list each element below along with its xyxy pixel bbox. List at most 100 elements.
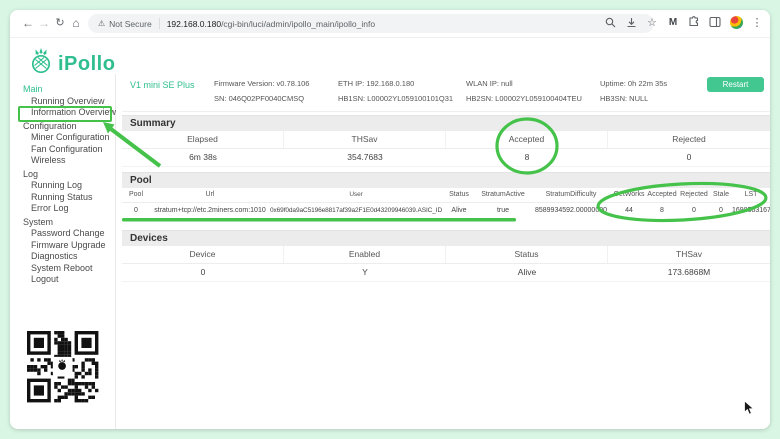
- pool-rejected-value: 0: [678, 203, 710, 218]
- side-panel-icon[interactable]: [708, 15, 722, 29]
- sidebar-item-firmware-upgrade[interactable]: Firmware Upgrade: [18, 240, 116, 252]
- restart-button[interactable]: Restart: [707, 77, 764, 92]
- pool-header-row: Pool Url User Status StratumActive Strat…: [122, 188, 770, 203]
- pineapple-logo-icon: [30, 48, 52, 80]
- pool-getworks-value: 44: [612, 203, 646, 218]
- cursor-icon: [743, 400, 755, 421]
- extensions-puzzle-icon[interactable]: [687, 15, 701, 29]
- summary-header-thsav: THSav: [284, 131, 446, 148]
- install-icon[interactable]: [624, 15, 638, 29]
- pool-accepted-value: 8: [646, 203, 678, 218]
- summary-rejected-value: 0: [608, 149, 770, 166]
- sidebar-item-password-change[interactable]: Password Change: [18, 228, 116, 240]
- sidebar-item-running-log[interactable]: Running Log: [18, 180, 116, 192]
- devices-header-enabled: Enabled: [284, 246, 446, 263]
- browser-toolbar: ← → ↻ ⌂ ⚠ Not Secure 192.168.0.180 /cgi-…: [10, 10, 770, 38]
- sidebar-nav: Main Running Overview Information Overvi…: [18, 82, 116, 286]
- hb3sn: HB3SN: NULL: [600, 91, 667, 106]
- firmware-version: Firmware Version: v0.78.106: [214, 76, 309, 91]
- device-model: V1 mini SE Plus: [130, 80, 195, 90]
- pool-stale-value: 0: [710, 203, 732, 218]
- sidebar-item-fan-configuration[interactable]: Fan Configuration: [18, 144, 116, 156]
- pool-section: Pool Pool Url User Status StratumActive …: [122, 172, 770, 218]
- devices-section-title: Devices: [122, 230, 770, 246]
- annotation-overlay: [10, 10, 770, 429]
- hb1sn: HB1SN: L00002YL059100101Q31: [338, 91, 453, 106]
- sidebar-item-running-overview[interactable]: Running Overview: [18, 96, 116, 108]
- devices-thsav-value: 173.6868M: [608, 264, 770, 281]
- summary-header-row: Elapsed THSav Accepted Rejected: [122, 131, 770, 149]
- pool-header-stratumdifficulty: StratumDifficulty: [530, 188, 612, 202]
- bookmark-star-icon[interactable]: ☆: [645, 15, 659, 29]
- pool-header-user: User: [270, 188, 442, 202]
- devices-status-value: Alive: [446, 264, 608, 281]
- sidebar-item-system-reboot[interactable]: System Reboot: [18, 263, 116, 275]
- pool-stratumdifficulty-value: 8589934592.00000000: [530, 203, 612, 218]
- pool-header-rejected: Rejected: [678, 188, 710, 202]
- devices-header-status: Status: [446, 246, 608, 263]
- devices-header-row: Device Enabled Status THSav: [122, 246, 770, 264]
- pool-header-status: Status: [442, 188, 476, 202]
- sidebar-section-log[interactable]: Log: [18, 169, 116, 181]
- search-icon[interactable]: [603, 15, 617, 29]
- pool-data-row: 0 stratum+tcp://etc.2miners.com:1010 0x6…: [122, 203, 770, 218]
- pool-stratumactive-value: true: [476, 203, 530, 218]
- devices-section: Devices Device Enabled Status THSav 0 Y …: [122, 230, 770, 282]
- sidebar-section-main[interactable]: Main: [18, 84, 116, 96]
- back-icon[interactable]: ←: [20, 16, 36, 30]
- pool-header-stratumactive: StratumActive: [476, 188, 530, 202]
- pool-user-value: 0x69f0da9aC5196e8817af39a2F1E0d432099460…: [270, 203, 442, 218]
- reload-icon[interactable]: ↻: [52, 16, 68, 29]
- summary-section-title: Summary: [122, 115, 770, 131]
- browser-window: ← → ↻ ⌂ ⚠ Not Secure 192.168.0.180 /cgi-…: [10, 10, 770, 429]
- url-host: 192.168.0.180: [167, 19, 221, 29]
- eth-ip: ETH IP: 192.168.0.180: [338, 76, 453, 91]
- pool-lst-value: 1698583167: [732, 203, 770, 218]
- devices-data-row: 0 Y Alive 173.6868M: [122, 264, 770, 282]
- summary-accepted-value: 8: [446, 149, 608, 166]
- address-bar[interactable]: ⚠ Not Secure 192.168.0.180 /cgi-bin/luci…: [88, 14, 654, 33]
- profile-avatar[interactable]: [729, 15, 743, 29]
- sidebar-item-diagnostics[interactable]: Diagnostics: [18, 251, 116, 263]
- browser-menu-icon[interactable]: ⋮: [750, 15, 764, 29]
- not-secure-warning-icon: ⚠: [98, 19, 105, 28]
- sidebar-item-running-status[interactable]: Running Status: [18, 192, 116, 204]
- metamask-extension-icon[interactable]: M: [666, 15, 680, 29]
- pool-section-title: Pool: [122, 172, 770, 188]
- home-icon[interactable]: ⌂: [68, 16, 84, 30]
- pool-header-getworks: GetWorks: [612, 188, 646, 202]
- uptime: Uptime: 0h 22m 35s: [600, 76, 667, 91]
- summary-header-rejected: Rejected: [608, 131, 770, 148]
- sidebar-item-miner-configuration[interactable]: Miner Configuration: [18, 132, 116, 144]
- devices-header-device: Device: [122, 246, 284, 263]
- sidebar-item-error-log[interactable]: Error Log: [18, 203, 116, 215]
- sidebar-section-configuration[interactable]: Configuration: [18, 121, 116, 133]
- url-divider: [159, 18, 160, 29]
- pool-url-value: stratum+tcp://etc.2miners.com:1010: [150, 203, 270, 218]
- wlan-ip: WLAN IP: null: [466, 76, 582, 91]
- devices-header-thsav: THSav: [608, 246, 770, 263]
- url-path: /cgi-bin/luci/admin/ipollo_main/ipollo_i…: [221, 19, 375, 29]
- serial-number: SN: 046Q02PF0040CMSQ: [214, 91, 309, 106]
- sidebar-item-wireless[interactable]: Wireless: [18, 155, 116, 167]
- sidebar-item-information-overview[interactable]: Information Overview: [18, 107, 116, 119]
- pool-header-lst: LST: [732, 188, 770, 202]
- pool-header-accepted: Accepted: [646, 188, 678, 202]
- logo-text: iPollo: [58, 53, 115, 76]
- screenshot-background: ← → ↻ ⌂ ⚠ Not Secure 192.168.0.180 /cgi-…: [0, 0, 780, 439]
- summary-header-elapsed: Elapsed: [122, 131, 284, 148]
- hb2sn: HB2SN: L00002YL059100404TEU: [466, 91, 582, 106]
- pool-id-value: 0: [122, 203, 150, 218]
- sidebar-item-logout[interactable]: Logout: [18, 274, 116, 286]
- pool-status-value: Alive: [442, 203, 476, 218]
- summary-elapsed-value: 6m 38s: [122, 149, 284, 166]
- qr-code: [22, 326, 104, 408]
- pool-header-stale: Stale: [710, 188, 732, 202]
- summary-header-accepted: Accepted: [446, 131, 608, 148]
- annotation-underline-pool-row: [122, 218, 516, 222]
- device-info-header: V1 mini SE Plus Firmware Version: v0.78.…: [122, 74, 770, 112]
- sidebar-section-system[interactable]: System: [18, 217, 116, 229]
- summary-thsav-value: 354.7683: [284, 149, 446, 166]
- summary-section: Summary Elapsed THSav Accepted Rejected …: [122, 115, 770, 167]
- forward-icon[interactable]: →: [36, 16, 52, 30]
